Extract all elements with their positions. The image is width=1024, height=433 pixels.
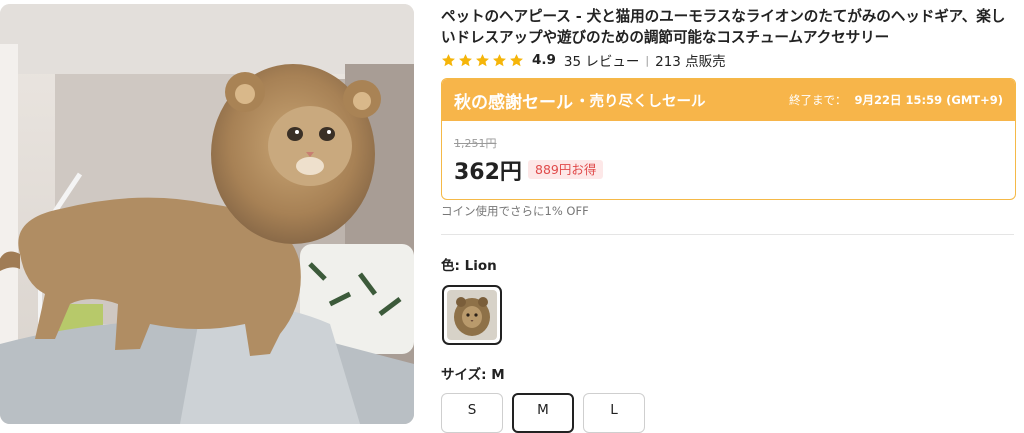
star-icon [510,53,523,66]
size-option-l[interactable]: L [583,393,645,433]
product-image[interactable] [0,4,414,424]
lion-mane-cat-photo [0,4,414,424]
color-label: 色: Lion [441,258,497,274]
countdown-value: 9月22日 15:59 (GMT+9) [854,93,1004,107]
rating-row[interactable]: 4.9 35 レビュー | 213 点販売 [441,50,726,70]
sale-title: 秋の感謝セール [454,92,573,113]
separator: | [645,53,650,67]
star-icon [442,53,455,66]
star-icon [493,53,506,66]
sale-banner: 秋の感謝セール ・売り尽くしセール 終了まで： 9月22日 15:59 (GMT+… [442,79,1015,121]
current-price: 362円 [454,160,522,185]
star-icon [459,53,472,66]
star-icon [476,53,489,66]
color-swatch-lion[interactable] [442,285,502,345]
review-count-link[interactable]: 35 レビュー [564,50,639,70]
sold-count: 213 点販売 [655,54,726,70]
sale-countdown: 終了まで： 9月22日 15:59 (GMT+9) [789,92,1003,108]
size-options: SML [441,393,645,433]
lion-mane-thumbnail-icon [447,290,497,340]
product-title: ペットのヘアピース - 犬と猫用のユーモラスなライオンのたてがみのヘッドギア、楽… [441,8,1006,46]
divider [441,234,1014,235]
size-label: サイズ: M [441,367,505,383]
star-rating [441,53,524,68]
size-option-m[interactable]: M [512,393,574,433]
sale-price-box: 秋の感謝セール ・売り尽くしセール 終了まで： 9月22日 15:59 (GMT+… [441,78,1016,200]
rating-score: 4.9 [532,52,556,68]
size-option-s[interactable]: S [441,393,503,433]
savings-badge: 889円お得 [528,160,604,179]
coin-discount-note: コイン使用でさらに1% OFF [441,204,589,218]
sale-subtitle: ・売り尽くしセール [575,93,706,110]
original-price: 1,251円 [454,137,497,150]
countdown-label: 終了まで： [789,93,847,107]
